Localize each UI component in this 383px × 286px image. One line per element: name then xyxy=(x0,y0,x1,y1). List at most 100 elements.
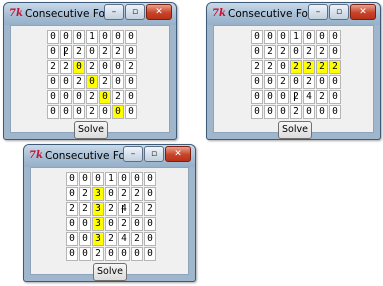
cell-entry[interactable]: 2 xyxy=(73,45,85,59)
cell-entry[interactable]: 4 xyxy=(303,90,315,104)
minimize-icon[interactable]: – xyxy=(123,146,143,162)
cell-entry[interactable]: 0 xyxy=(92,172,104,186)
cell-entry[interactable]: 0 xyxy=(47,30,59,44)
solve-button[interactable]: Solve xyxy=(74,121,108,139)
cell-entry[interactable]: 0 xyxy=(264,75,276,89)
cell-entry[interactable]: 4 xyxy=(118,202,130,216)
cell-entry[interactable]: 2 xyxy=(73,75,85,89)
cell-entry[interactable]: 0 xyxy=(144,247,156,261)
cell-entry[interactable]: 0 xyxy=(66,232,78,246)
cell-entry[interactable]: 3 xyxy=(92,217,104,231)
solve-button[interactable]: Solve xyxy=(278,121,312,139)
cell-entry[interactable]: 2 xyxy=(303,60,315,74)
cell-entry[interactable]: 0 xyxy=(73,30,85,44)
cell-entry[interactable]: 0 xyxy=(316,75,328,89)
cell-entry[interactable]: 2 xyxy=(86,60,98,74)
cell-entry[interactable]: 2 xyxy=(316,45,328,59)
maximize-icon[interactable]: ▫ xyxy=(329,4,349,20)
cell-entry[interactable]: 2 xyxy=(277,75,289,89)
cell-entry[interactable]: 2 xyxy=(47,60,59,74)
cell-entry[interactable]: 2 xyxy=(66,202,78,216)
cell-entry[interactable]: 0 xyxy=(47,75,59,89)
cell-entry[interactable]: 2 xyxy=(118,217,130,231)
cell-entry[interactable]: 2 xyxy=(112,45,124,59)
cell-entry[interactable]: 0 xyxy=(86,75,98,89)
cell-entry[interactable]: 0 xyxy=(290,75,302,89)
cell-entry[interactable]: 0 xyxy=(99,90,111,104)
cell-entry[interactable]: 1 xyxy=(290,30,302,44)
cell-entry[interactable]: 0 xyxy=(60,30,72,44)
cell-entry[interactable]: 0 xyxy=(131,172,143,186)
cell-entry[interactable]: 0 xyxy=(99,30,111,44)
cell-entry[interactable]: 0 xyxy=(125,30,137,44)
cell-entry[interactable]: 2 xyxy=(112,90,124,104)
cell-entry[interactable]: 0 xyxy=(125,105,137,119)
cell-entry[interactable]: 2 xyxy=(264,60,276,74)
cell-entry[interactable]: 2 xyxy=(125,60,137,74)
cell-entry[interactable]: 0 xyxy=(316,105,328,119)
cell-entry[interactable]: 2 xyxy=(92,247,104,261)
cell-entry[interactable]: 0 xyxy=(66,217,78,231)
cell-entry[interactable]: 0 xyxy=(66,172,78,186)
cell-entry[interactable]: 0 xyxy=(73,60,85,74)
cell-entry[interactable]: 0 xyxy=(316,30,328,44)
cell-entry[interactable]: 0 xyxy=(303,30,315,44)
cell-entry[interactable]: 2 xyxy=(131,187,143,201)
cell-entry[interactable]: 2 xyxy=(316,60,328,74)
cell-entry[interactable]: 1 xyxy=(105,172,117,186)
cell-entry[interactable]: 2 xyxy=(277,45,289,59)
cell-entry[interactable]: 0 xyxy=(112,75,124,89)
cell-entry[interactable]: 2 xyxy=(86,90,98,104)
cell-entry[interactable]: 1 xyxy=(86,30,98,44)
cell-entry[interactable]: 2 xyxy=(303,75,315,89)
title-bar[interactable]: 7k Consecutive Four – ▫ ✕ xyxy=(4,3,176,25)
cell-entry[interactable]: 0 xyxy=(105,187,117,201)
cell-entry[interactable]: 0 xyxy=(131,217,143,231)
cell-entry[interactable]: 0 xyxy=(99,60,111,74)
close-icon[interactable]: ✕ xyxy=(350,4,376,20)
cell-entry[interactable]: 2 xyxy=(60,60,72,74)
cell-entry[interactable]: 0 xyxy=(112,30,124,44)
cell-entry[interactable]: 0 xyxy=(47,90,59,104)
cell-entry[interactable]: 2 xyxy=(99,75,111,89)
cell-entry[interactable]: 2 xyxy=(99,45,111,59)
cell-entry[interactable]: 0 xyxy=(251,75,263,89)
cell-entry[interactable]: 0 xyxy=(66,187,78,201)
cell-entry[interactable]: 0 xyxy=(112,105,124,119)
cell-entry[interactable]: 0 xyxy=(290,45,302,59)
cell-entry[interactable]: 0 xyxy=(73,90,85,104)
cell-entry[interactable]: 0 xyxy=(79,247,91,261)
cell-entry[interactable]: 2 xyxy=(60,45,72,59)
cell-entry[interactable]: 0 xyxy=(47,45,59,59)
cell-entry[interactable]: 0 xyxy=(125,75,137,89)
cell-entry[interactable]: 2 xyxy=(264,45,276,59)
cell-entry[interactable]: 3 xyxy=(92,202,104,216)
cell-entry[interactable]: 0 xyxy=(144,187,156,201)
cell-entry[interactable]: 0 xyxy=(79,172,91,186)
cell-entry[interactable]: 0 xyxy=(303,105,315,119)
cell-entry[interactable]: 2 xyxy=(303,45,315,59)
cell-entry[interactable]: 4 xyxy=(118,232,130,246)
close-icon[interactable]: ✕ xyxy=(146,4,172,20)
cell-entry[interactable]: 0 xyxy=(66,247,78,261)
minimize-icon[interactable]: – xyxy=(104,4,124,20)
cell-entry[interactable]: 2 xyxy=(118,187,130,201)
cell-entry[interactable]: 0 xyxy=(329,45,341,59)
cell-entry[interactable]: 0 xyxy=(264,105,276,119)
cell-entry[interactable]: 0 xyxy=(131,247,143,261)
cell-entry[interactable]: 2 xyxy=(144,202,156,216)
cell-entry[interactable]: 0 xyxy=(60,105,72,119)
cell-entry[interactable]: 0 xyxy=(144,172,156,186)
cell-entry[interactable]: 2 xyxy=(316,90,328,104)
cell-entry[interactable]: 0 xyxy=(105,217,117,231)
cell-entry[interactable]: 0 xyxy=(99,105,111,119)
cell-entry[interactable]: 0 xyxy=(144,232,156,246)
cell-entry[interactable]: 0 xyxy=(277,105,289,119)
cell-entry[interactable]: 0 xyxy=(47,105,59,119)
minimize-icon[interactable]: – xyxy=(308,4,328,20)
cell-entry[interactable]: 0 xyxy=(73,105,85,119)
cell-entry[interactable]: 2 xyxy=(131,232,143,246)
cell-entry[interactable]: 0 xyxy=(125,90,137,104)
cell-entry[interactable]: 2 xyxy=(290,60,302,74)
cell-entry[interactable]: 0 xyxy=(79,232,91,246)
